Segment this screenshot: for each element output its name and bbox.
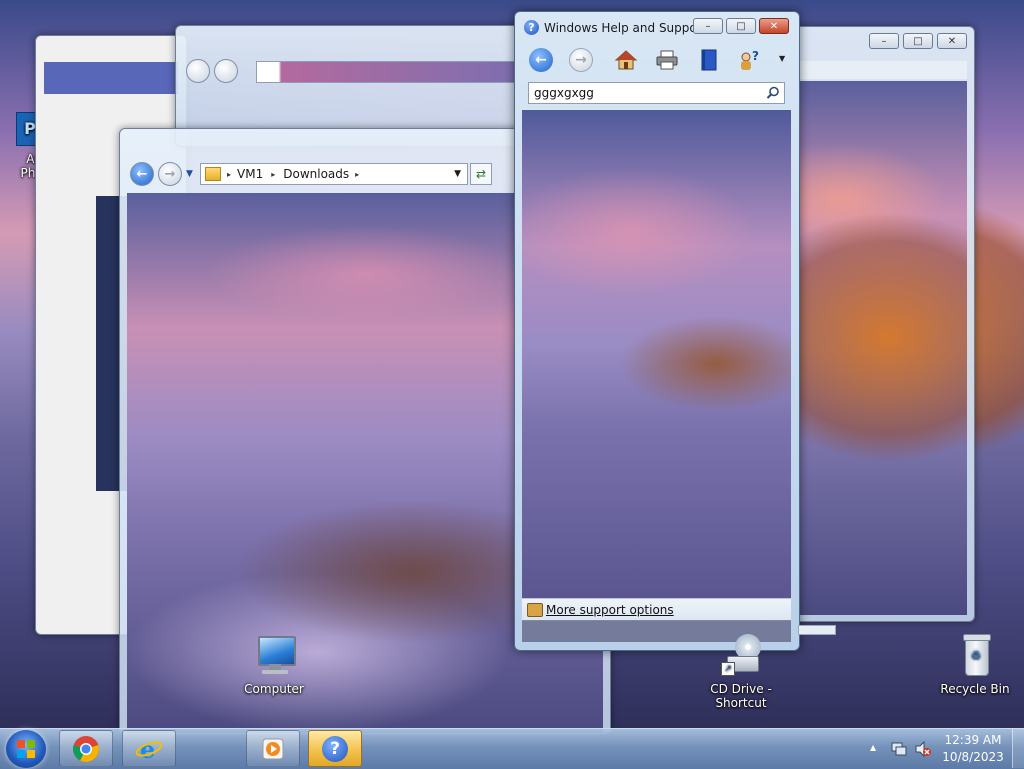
book-icon: [701, 49, 717, 71]
help-minimize-button[interactable]: –: [693, 18, 723, 34]
desktop-icon-label: Shortcut: [715, 696, 767, 710]
window-c-close-button[interactable]: ✕: [937, 33, 967, 49]
address-dropdown-icon[interactable]: ▼: [454, 169, 461, 179]
ask-people-icon: ?: [741, 49, 759, 70]
media-player-icon: [262, 738, 284, 759]
volume-muted-icon[interactable]: [914, 740, 932, 758]
search-icon[interactable]: [766, 86, 780, 100]
history-dropdown-icon[interactable]: ▼: [186, 169, 193, 179]
help-search-box[interactable]: gggxgxgg: [528, 82, 785, 104]
taskbar-help-button[interactable]: ?: [308, 730, 362, 767]
show-desktop-button[interactable]: [1012, 729, 1024, 768]
help-close-button[interactable]: ✕: [759, 18, 789, 34]
breadcrumb-separator: ▸: [271, 169, 276, 179]
internet-explorer-icon: e: [135, 735, 163, 763]
taskbar-chrome-button[interactable]: [59, 730, 113, 767]
svg-text:?: ?: [752, 49, 759, 63]
forward-circle-button[interactable]: [214, 59, 238, 83]
taskbar-media-player-button[interactable]: [246, 730, 300, 767]
refresh-icon: ⇄: [475, 167, 487, 181]
desktop-icon-cd-drive-shortcut[interactable]: ↗ CD Drive - Shortcut: [699, 634, 783, 710]
explorer-address-bar[interactable]: ▸ VM1 ▸ Downloads ▸ ▼: [200, 163, 468, 185]
address-bar[interactable]: [256, 61, 528, 83]
windows-logo-icon: [17, 740, 35, 758]
chrome-icon: [73, 735, 99, 762]
breadcrumb-separator: ▸: [227, 169, 232, 179]
desktop-icon-label: Recycle Bin: [940, 682, 1010, 696]
window-c-minimize-button[interactable]: –: [869, 33, 899, 49]
recycle-bin-icon: ♻: [953, 634, 997, 678]
forward-arrow-icon: →: [164, 166, 176, 182]
cd-drive-icon: ↗: [719, 634, 763, 678]
clock-time[interactable]: 12:39 AM: [942, 733, 1004, 747]
more-support-options-link[interactable]: More support options: [546, 603, 674, 617]
window-c-maximize-button[interactable]: □: [903, 33, 933, 49]
help-print-button[interactable]: [653, 46, 681, 74]
shortcut-arrow-icon: ↗: [721, 662, 735, 676]
back-arrow-icon: ←: [136, 166, 148, 182]
help-window[interactable]: ? Windows Help and Support – □ ✕ ← → ? ▼…: [514, 11, 800, 651]
breadcrumb-item-downloads[interactable]: Downloads: [283, 167, 349, 181]
window-a-header-bar: [44, 62, 178, 94]
desktop-icon-label: CD Drive -: [710, 682, 772, 696]
window-c-scroll-remnant: [798, 625, 836, 635]
taskbar-ie-button[interactable]: e: [122, 730, 176, 767]
help-home-button[interactable]: [612, 46, 640, 74]
help-options-dropdown-icon[interactable]: ▼: [779, 54, 785, 63]
help-search-input[interactable]: gggxgxgg: [534, 86, 594, 100]
help-maximize-button[interactable]: □: [726, 18, 756, 34]
help-content-area[interactable]: [522, 110, 791, 598]
help-browse-button[interactable]: [695, 46, 723, 74]
clock-date[interactable]: 10/8/2023: [942, 750, 1004, 764]
help-window-title: Windows Help and Support: [544, 21, 707, 35]
printer-icon: [656, 50, 678, 70]
help-icon: ?: [322, 735, 348, 762]
support-people-icon: [527, 603, 543, 617]
desktop-icon-label: Computer: [244, 682, 304, 696]
help-forward-button[interactable]: →: [567, 46, 595, 74]
explorer-back-button[interactable]: ←: [130, 162, 154, 186]
computer-icon: [252, 634, 296, 678]
tray-show-hidden-icons[interactable]: ▲: [870, 743, 876, 752]
help-back-button[interactable]: ←: [527, 46, 555, 74]
explorer-forward-button[interactable]: →: [158, 162, 182, 186]
folder-download-icon: [205, 167, 221, 181]
back-circle-button[interactable]: [186, 59, 210, 83]
svg-text:e: e: [140, 735, 155, 763]
forward-arrow-icon: →: [569, 48, 593, 72]
help-app-icon: ?: [524, 20, 539, 35]
breadcrumb-separator: ▸: [355, 169, 360, 179]
start-button[interactable]: [6, 730, 46, 768]
taskbar: e ? ▲ 12:39 AM 10/8/2023: [0, 728, 1024, 769]
help-ask-button[interactable]: ?: [735, 46, 763, 74]
refresh-button[interactable]: ⇄: [470, 163, 492, 185]
desktop-icon-computer[interactable]: Computer: [232, 634, 316, 696]
network-icon[interactable]: [890, 740, 908, 758]
desktop-icon-recycle-bin[interactable]: ♻ Recycle Bin: [933, 634, 1017, 696]
breadcrumb-item-vm1[interactable]: VM1: [237, 167, 263, 181]
home-icon: [614, 50, 638, 70]
back-arrow-icon: ←: [529, 48, 553, 72]
